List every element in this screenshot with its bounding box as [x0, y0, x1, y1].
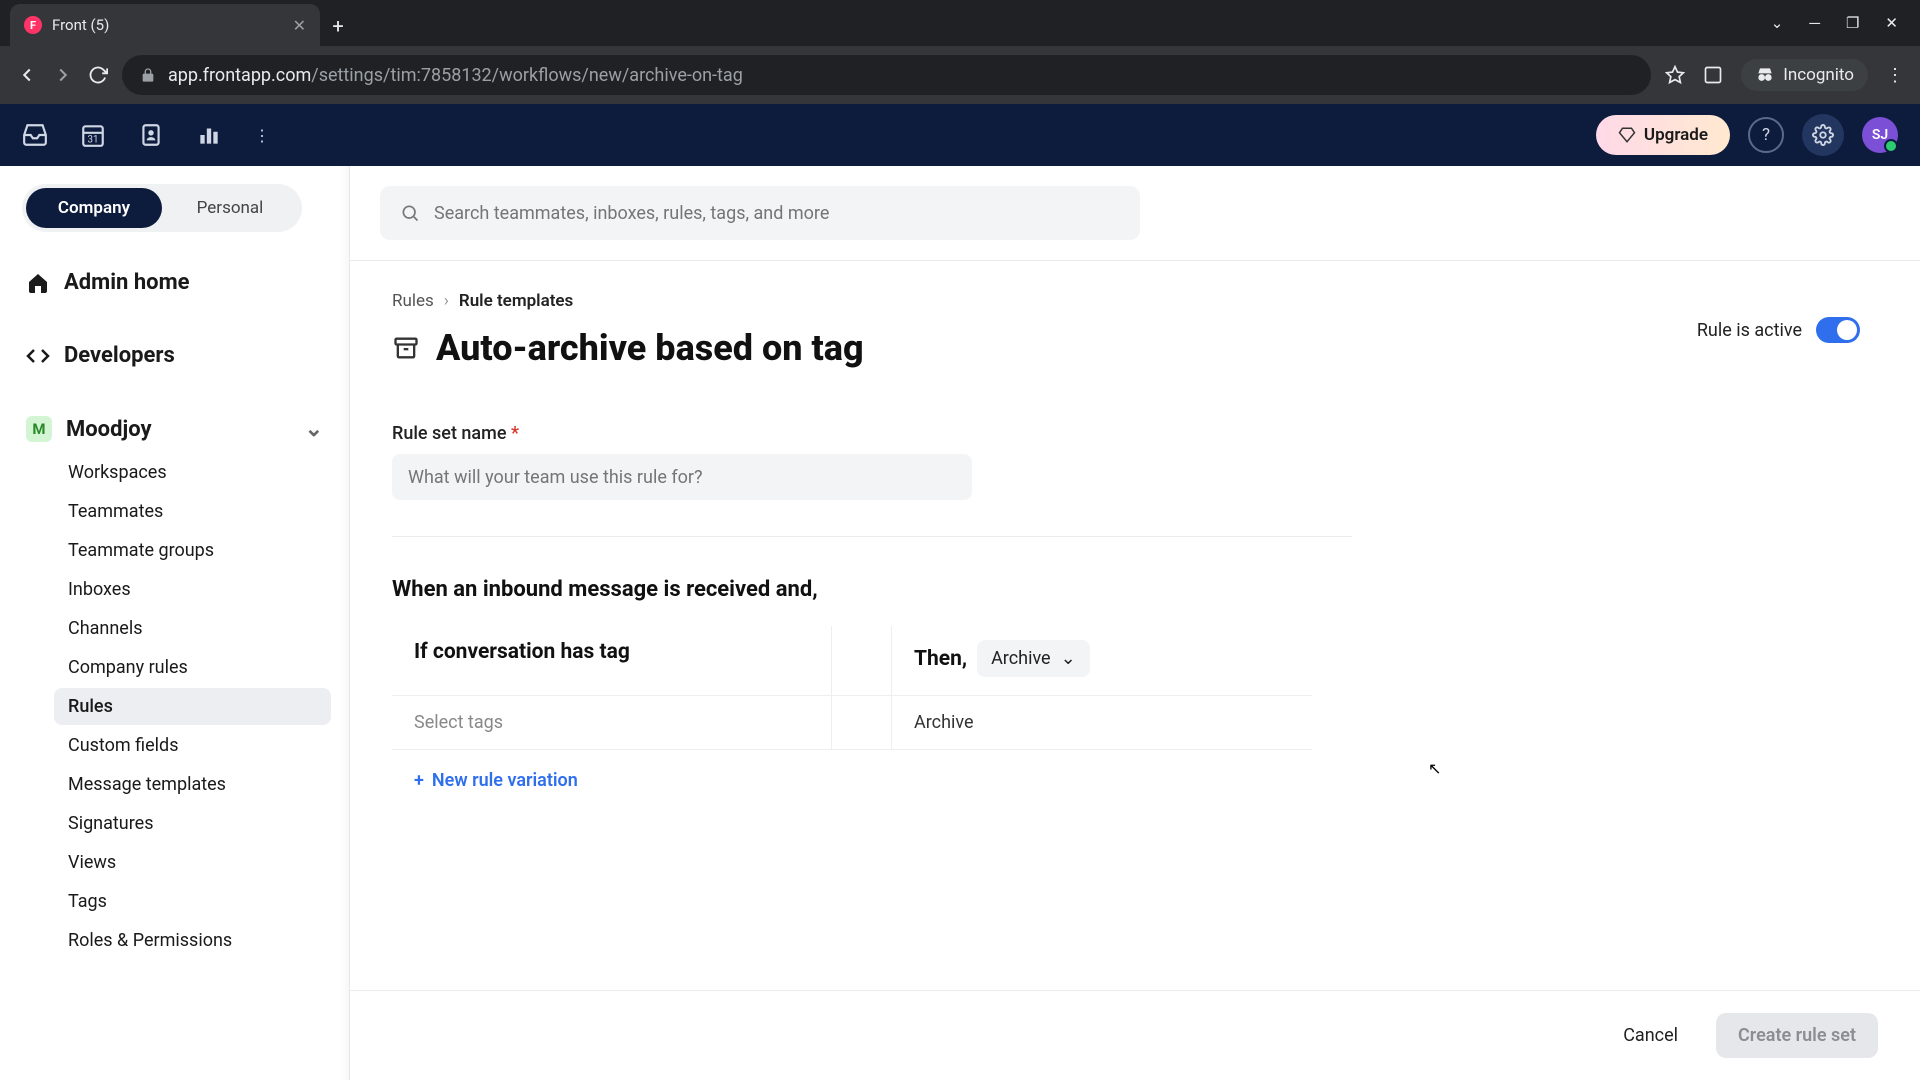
rule-name-label: Rule set name *: [392, 423, 1352, 444]
window-controls: ⌄ ─ ❐ ✕: [1771, 14, 1920, 46]
browser-menu-icon[interactable]: ⋮: [1886, 65, 1904, 86]
avatar[interactable]: SJ: [1862, 117, 1898, 153]
contacts-icon[interactable]: [138, 122, 164, 148]
sidebar-item-signatures[interactable]: Signatures: [54, 805, 331, 842]
extensions-icon[interactable]: [1703, 65, 1723, 85]
tabs-dropdown-icon[interactable]: ⌄: [1771, 14, 1784, 32]
then-heading: Then,: [914, 647, 967, 671]
page-body: Rules › Rule templates Auto-archive base…: [350, 261, 1920, 990]
svg-text:31: 31: [88, 135, 99, 146]
gem-icon: [1618, 126, 1636, 144]
new-tab-button[interactable]: +: [320, 14, 356, 46]
main-layout: Company Personal Admin home Developers M…: [0, 166, 1920, 1080]
plus-icon: +: [414, 770, 424, 791]
sidebar-item-tags[interactable]: Tags: [54, 883, 331, 920]
scope-personal[interactable]: Personal: [162, 188, 298, 228]
url-text: app.frontapp.com/settings/tim:7858132/wo…: [168, 65, 743, 86]
page-title: Auto-archive based on tag: [436, 327, 864, 369]
forward-icon[interactable]: [52, 64, 74, 86]
sidebar-item-teammate-groups[interactable]: Teammate groups: [54, 532, 331, 569]
active-label: Rule is active: [1697, 320, 1802, 341]
scope-toggle: Company Personal: [22, 184, 302, 232]
archive-icon: [392, 334, 420, 362]
browser-chrome: F Front (5) ✕ + ⌄ ─ ❐ ✕ app.frontapp.com…: [0, 0, 1920, 104]
home-icon: [26, 271, 50, 295]
analytics-icon[interactable]: [196, 122, 222, 148]
action-dropdown[interactable]: Archive ⌄: [977, 640, 1090, 677]
address-bar: app.frontapp.com/settings/tim:7858132/wo…: [0, 46, 1920, 104]
favicon-icon: F: [24, 16, 42, 34]
new-variation-button[interactable]: + New rule variation: [392, 770, 1878, 791]
cancel-button[interactable]: Cancel: [1601, 1013, 1700, 1058]
breadcrumb-leaf[interactable]: Rule templates: [459, 291, 573, 311]
breadcrumb-root[interactable]: Rules: [392, 291, 434, 311]
sidebar-admin-home[interactable]: Admin home: [10, 260, 339, 305]
rule-name-input[interactable]: [392, 454, 972, 500]
reload-icon[interactable]: [88, 65, 108, 85]
if-heading: If conversation has tag: [414, 640, 809, 664]
search-box[interactable]: [380, 186, 1140, 240]
rule-value-row: Select tags Archive: [392, 696, 1312, 750]
sidebar-item-company-rules[interactable]: Company rules: [54, 649, 331, 686]
inbox-icon[interactable]: [22, 122, 48, 148]
url-field[interactable]: app.frontapp.com/settings/tim:7858132/wo…: [122, 55, 1651, 95]
tab-title: Front (5): [52, 16, 283, 34]
settings-button[interactable]: [1802, 114, 1844, 156]
calendar-icon[interactable]: 31: [80, 122, 106, 148]
chevron-right-icon: ›: [444, 291, 449, 311]
active-switch[interactable]: [1816, 317, 1860, 343]
sidebar-item-inboxes[interactable]: Inboxes: [54, 571, 331, 608]
close-tab-icon[interactable]: ✕: [293, 16, 306, 35]
sidebar-item-channels[interactable]: Channels: [54, 610, 331, 647]
footer-bar: Cancel Create rule set: [350, 990, 1920, 1080]
chevron-down-icon: ⌄: [1061, 648, 1076, 669]
close-window-icon[interactable]: ✕: [1885, 14, 1898, 32]
create-rule-set-button[interactable]: Create rule set: [1716, 1013, 1878, 1058]
content: Rules › Rule templates Auto-archive base…: [350, 166, 1920, 1080]
sidebar-team-header[interactable]: M Moodjoy ⌄: [10, 406, 339, 452]
sidebar-item-workspaces[interactable]: Workspaces: [54, 454, 331, 491]
divider: [392, 536, 1352, 537]
search-input[interactable]: [434, 203, 1120, 224]
bookmark-icon[interactable]: [1665, 65, 1685, 85]
upgrade-button[interactable]: Upgrade: [1596, 115, 1730, 155]
rule-header-row: If conversation has tag Then, Archive ⌄: [392, 626, 1312, 696]
app-header: 31 ⋮ Upgrade ? SJ: [0, 104, 1920, 166]
team-badge: M: [26, 416, 52, 442]
search-row: [350, 166, 1920, 260]
lock-icon: [140, 67, 156, 83]
sidebar-item-views[interactable]: Views: [54, 844, 331, 881]
back-icon[interactable]: [16, 64, 38, 86]
sidebar-item-rules[interactable]: Rules: [54, 688, 331, 725]
more-icon[interactable]: ⋮: [254, 126, 270, 145]
action-value-cell: Archive: [892, 696, 1312, 749]
chevron-down-icon: ⌄: [305, 417, 323, 442]
incognito-icon: [1755, 65, 1775, 85]
code-icon: [26, 344, 50, 368]
when-heading: When an inbound message is received and,: [392, 577, 1878, 602]
sidebar-item-message-templates[interactable]: Message templates: [54, 766, 331, 803]
maximize-icon[interactable]: ❐: [1846, 14, 1859, 32]
breadcrumb: Rules › Rule templates: [392, 291, 1878, 311]
sidebar: Company Personal Admin home Developers M…: [0, 166, 350, 1080]
minimize-icon[interactable]: ─: [1809, 14, 1820, 32]
sidebar-item-teammates[interactable]: Teammates: [54, 493, 331, 530]
search-icon: [400, 203, 420, 223]
tab-bar: F Front (5) ✕ + ⌄ ─ ❐ ✕: [0, 0, 1920, 46]
sidebar-item-roles-permissions[interactable]: Roles & Permissions: [54, 922, 331, 959]
scope-company[interactable]: Company: [26, 188, 162, 228]
select-tags-cell[interactable]: Select tags: [392, 696, 832, 749]
sidebar-item-custom-fields[interactable]: Custom fields: [54, 727, 331, 764]
help-button[interactable]: ?: [1748, 117, 1784, 153]
sidebar-developers[interactable]: Developers: [10, 333, 339, 378]
incognito-badge[interactable]: Incognito: [1741, 59, 1868, 91]
browser-tab[interactable]: F Front (5) ✕: [10, 4, 320, 46]
active-toggle-row: Rule is active: [1697, 317, 1860, 343]
